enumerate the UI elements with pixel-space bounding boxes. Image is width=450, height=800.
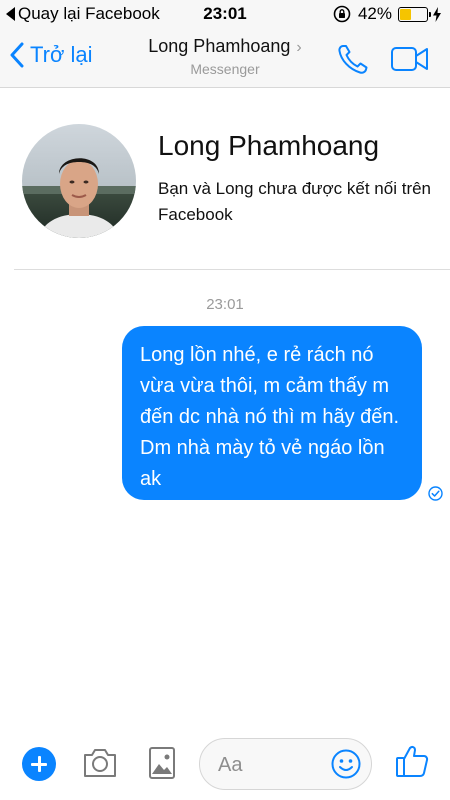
contact-name-title[interactable]: Long Phamhoang › (125, 36, 325, 57)
profile-name: Long Phamhoang (158, 130, 380, 161)
profile-divider (14, 269, 450, 270)
camera-button[interactable] (82, 747, 118, 784)
connection-note: Bạn và Long chưa được kết nối trên Faceb… (158, 179, 432, 224)
avatar-photo (22, 124, 136, 238)
message-input-box[interactable] (199, 738, 372, 790)
avatar[interactable] (22, 124, 136, 238)
voice-call-button[interactable] (336, 44, 370, 81)
rotation-lock-icon (333, 5, 351, 23)
charging-bolt-icon (433, 6, 441, 22)
message-composer (0, 730, 450, 800)
status-bar: Quay lại Facebook 23:01 42% (0, 0, 450, 30)
phone-icon (338, 45, 368, 74)
back-button[interactable]: Trở lại (10, 42, 93, 68)
video-camera-icon (391, 47, 428, 71)
seen-check-icon (428, 486, 443, 506)
gallery-button[interactable] (148, 746, 176, 785)
chevron-left-icon (10, 42, 24, 68)
gallery-icon (149, 747, 175, 779)
contact-name: Long Phamhoang (148, 36, 291, 56)
status-indicators: 42% (333, 4, 442, 24)
outgoing-message-bubble[interactable]: Long lồn nhé, e rẻ rách nó vừa vừa thôi,… (122, 326, 422, 500)
video-call-button[interactable] (390, 46, 430, 77)
battery-percent: 42% (357, 4, 392, 23)
conversation-header: Trở lại Long Phamhoang › Messenger (0, 30, 450, 88)
plus-icon[interactable] (22, 747, 56, 781)
like-button[interactable] (395, 744, 429, 783)
thumbs-up-icon (396, 745, 429, 777)
message-input[interactable] (218, 752, 318, 778)
camera-icon (84, 749, 116, 777)
battery-level (400, 8, 411, 20)
contact-profile-card: Long Phamhoang Bạn và Long chưa được kết… (0, 88, 450, 270)
chevron-right-icon: › (296, 39, 302, 56)
header-subtitle: Messenger (190, 61, 260, 77)
emoji-icon (331, 749, 361, 779)
message-timestamp: 23:01 (206, 296, 244, 313)
emoji-button[interactable] (330, 748, 362, 785)
battery-icon (398, 6, 431, 22)
back-button-label: Trở lại (30, 42, 93, 67)
